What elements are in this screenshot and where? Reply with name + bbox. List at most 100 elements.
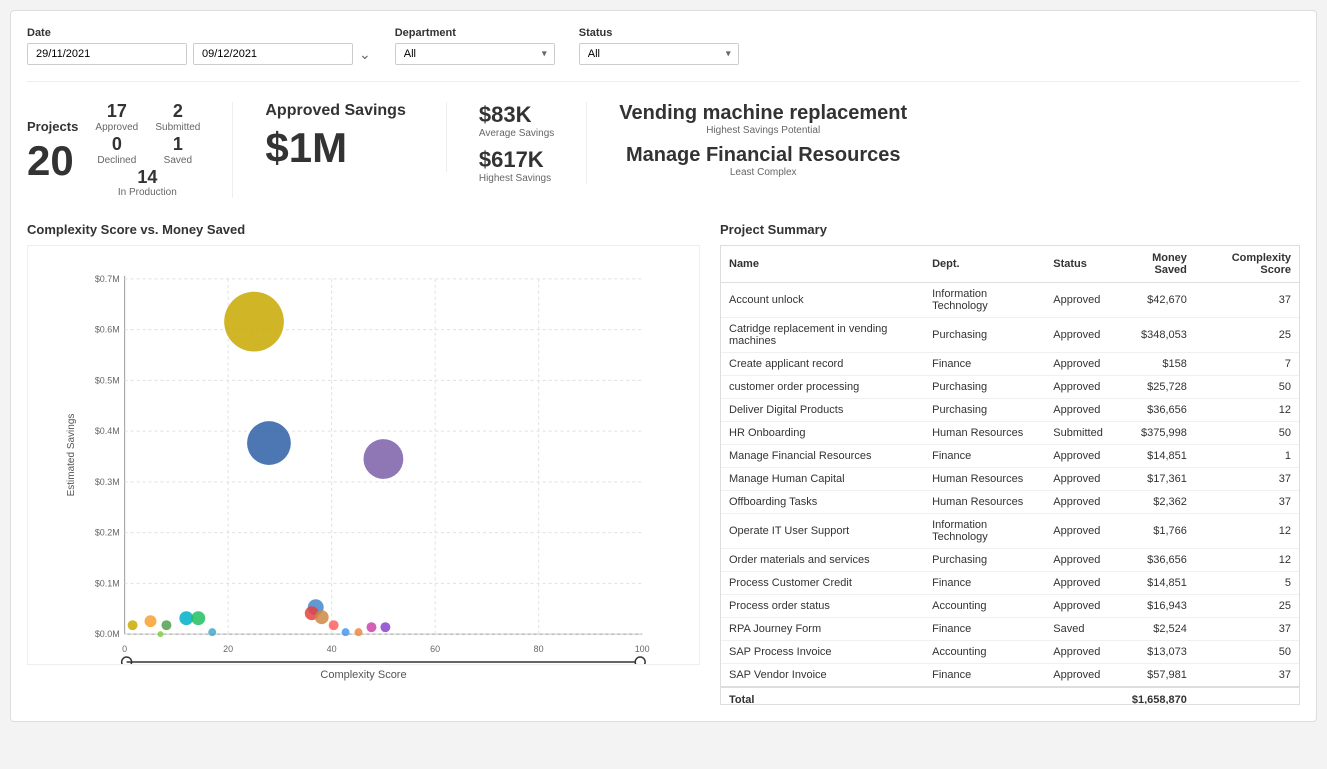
date-start-input[interactable] [27,43,187,65]
cell-money: $14,851 [1111,445,1195,468]
highlight2-name: Manage Financial Resources [619,144,907,167]
submitted-num: 2 [173,102,183,122]
cell-dept: Human Resources [924,491,1045,514]
cell-status: Saved [1045,618,1111,641]
status-filter: Status All [579,27,739,65]
table-row[interactable]: HR Onboarding Human Resources Submitted … [721,422,1299,445]
cell-complexity: 50 [1195,641,1299,664]
cell-name: Account unlock [721,283,924,318]
bubble-customer-order[interactable] [364,439,404,479]
highlight2-block: Manage Financial Resources Least Complex [619,144,907,178]
svg-text:$0.0M: $0.0M [95,630,120,640]
y-axis-label: Estimated Savings [66,414,77,497]
table-row[interactable]: Process order status Accounting Approved… [721,595,1299,618]
cell-name: RPA Journey Form [721,618,924,641]
dept-select-wrapper: All [395,43,555,65]
bubble-process-customer[interactable] [128,621,138,631]
dashboard: Date ⌄ Department All Status All [10,10,1317,722]
table-row[interactable]: Create applicant record Finance Approved… [721,353,1299,376]
bubble-create-applicant[interactable] [157,632,163,638]
bubble-offboarding[interactable] [342,629,350,637]
table-row[interactable]: SAP Vendor Invoice Finance Approved $57,… [721,664,1299,688]
cell-name: Operate IT User Support [721,514,924,549]
bubble-order-materials[interactable] [145,616,157,628]
svg-text:0: 0 [122,644,127,654]
cell-dept: Information Technology [924,283,1045,318]
cell-complexity: 7 [1195,353,1299,376]
cell-complexity: 37 [1195,491,1299,514]
table-wrapper[interactable]: Name Dept. Status Money Saved Complexity… [720,245,1300,705]
cell-money: $16,943 [1111,595,1195,618]
svg-text:20: 20 [223,644,233,654]
bubble-rpa-journey[interactable] [355,629,363,637]
bubble-manage-human[interactable] [161,621,171,631]
bubble-manage-financial[interactable] [380,623,390,633]
avg-savings-item: $83K Average Savings [479,102,554,139]
table-row[interactable]: Manage Financial Resources Finance Appro… [721,445,1299,468]
kpi-averages-block: $83K Average Savings $617K Highest Savin… [447,102,587,184]
cell-money: $36,656 [1111,549,1195,572]
bubble-sap-process[interactable] [366,623,376,633]
cell-dept: Finance [924,445,1045,468]
bubble-operate-it[interactable] [208,629,216,637]
cell-status: Approved [1045,376,1111,399]
bubble-deliver2[interactable] [315,611,329,625]
status-select[interactable]: All [579,43,739,65]
cell-complexity: 5 [1195,572,1299,595]
table-footer-row: Total $1,658,870 [721,687,1299,705]
cell-dept: Information Technology [924,514,1045,549]
cell-status: Approved [1045,318,1111,353]
kpi-status-grid: 17 Approved 2 Submitted 0 Declined 1 Sav… [94,102,200,198]
cell-money: $158 [1111,353,1195,376]
bubble-hr-onboarding[interactable] [247,422,291,466]
total-empty2 [1045,687,1111,705]
slider-left-thumb[interactable] [122,657,132,664]
table-row[interactable]: Order materials and services Purchasing … [721,549,1299,572]
table-row[interactable]: Operate IT User Support Information Tech… [721,514,1299,549]
cell-complexity: 37 [1195,283,1299,318]
saved-label: Saved [164,155,192,166]
bubble-catridge[interactable] [224,292,284,352]
svg-text:40: 40 [327,644,337,654]
bubble-order-materials2[interactable] [191,612,205,626]
date-filter: Date ⌄ [27,27,371,65]
table-row[interactable]: Catridge replacement in vending machines… [721,318,1299,353]
table-row[interactable]: Process Customer Credit Finance Approved… [721,572,1299,595]
approved-num: 17 [107,102,127,122]
highest-savings-item: $617K Highest Savings [479,147,554,184]
cell-status: Approved [1045,641,1111,664]
table-row[interactable]: Account unlock Information Technology Ap… [721,283,1299,318]
slider-right-thumb[interactable] [635,657,645,664]
dept-select[interactable]: All [395,43,555,65]
highest-savings-label: Highest Savings [479,173,554,184]
table-row[interactable]: Offboarding Tasks Human Resources Approv… [721,491,1299,514]
cell-dept: Human Resources [924,468,1045,491]
bubble-deliver-digital[interactable] [179,612,193,626]
table-row[interactable]: RPA Journey Form Finance Saved $2,524 37 [721,618,1299,641]
cell-dept: Finance [924,664,1045,688]
table-row[interactable]: SAP Process Invoice Accounting Approved … [721,641,1299,664]
table-row[interactable]: customer order processing Purchasing App… [721,376,1299,399]
cell-money: $57,981 [1111,664,1195,688]
total-label: Total [721,687,924,705]
table-row[interactable]: Manage Human Capital Human Resources App… [721,468,1299,491]
svg-text:60: 60 [430,644,440,654]
cell-status: Approved [1045,353,1111,376]
cell-status: Approved [1045,572,1111,595]
cell-dept: Purchasing [924,318,1045,353]
project-summary-table: Name Dept. Status Money Saved Complexity… [721,246,1299,705]
col-name: Name [721,246,924,283]
date-end-input[interactable] [193,43,353,65]
bubble-process-order[interactable] [329,621,339,631]
cell-name: Deliver Digital Products [721,399,924,422]
table-row[interactable]: Deliver Digital Products Purchasing Appr… [721,399,1299,422]
cell-complexity: 37 [1195,618,1299,641]
highlight1-block: Vending machine replacement Highest Savi… [619,102,907,136]
cell-status: Approved [1045,399,1111,422]
kpi-savings-block: Approved Savings $1M [233,102,446,172]
declined-num: 0 [112,135,122,155]
chart-svg: $0.0M $0.1M $0.2M $0.3M $0.4M $0.5M $0.6… [28,246,699,664]
filters-row: Date ⌄ Department All Status All [27,27,1300,82]
cell-status: Approved [1045,445,1111,468]
svg-text:$0.1M: $0.1M [95,579,120,589]
